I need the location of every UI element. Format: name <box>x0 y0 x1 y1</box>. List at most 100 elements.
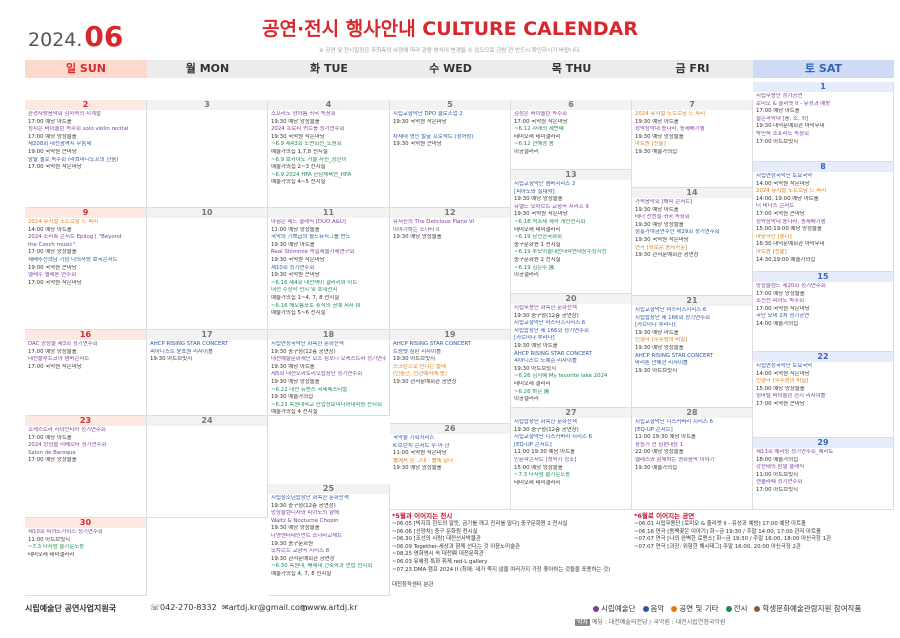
event-line: ~7.3 더사람 즐기운노동 <box>514 472 571 479</box>
day-number: 16 <box>25 330 146 340</box>
legend-dot <box>754 606 761 612</box>
box-line: ~07.23 DMA 캠프 2024 II (최애: 내가 죽지 않을 여러가지… <box>392 566 611 573</box>
footer-email[interactable]: ✉artdj.kr@gmail.com <box>222 603 308 612</box>
box-line: 대전창작센터 분관 <box>392 581 434 588</box>
event-line: 소프라노 양아름 귀국 독창회 <box>271 111 336 117</box>
legend-dot <box>671 606 678 612</box>
day-number: 27 <box>511 408 631 418</box>
event-line: [EQ-UP 콘서트] <box>514 441 552 448</box>
event-line: ~6.12 현해경 봄 <box>514 141 554 148</box>
day-header-0: 일 SUN <box>25 60 147 78</box>
event-line: 시립교향악단 디스커버리 시리즈 6 <box>514 434 593 441</box>
day-header-4: 목 THU <box>511 60 632 78</box>
event-list: 가족음악회 [해피 콘서트] 19:30 예당 아트홀 테너 전성철 귀국 독창회 1… <box>632 198 752 260</box>
event-list: 시립교향악단 챔버시리즈 2 [피아노와 실내악] 19:30 예당 앙상블홀 유엘드… <box>511 180 631 280</box>
event-line: 19:30 중구청(12층 공연장) <box>271 502 336 509</box>
day-cell-19: 19 AHCP RISING STAR CONCERT 트럼펫 심판 리사이틀 19:… <box>390 330 511 424</box>
day-number: 18 <box>268 330 389 340</box>
event-list: 시립청소년합창단 화목한 문화산책 19:30 중구청(12층 공연장) 앙상블렌디… <box>268 494 389 579</box>
day-cell-8: 8 시립연정국악단 토요국악 14:00 국악원 작은마당 2024 뮤지컬 노트르담… <box>753 162 894 272</box>
event-line: 17:00 예당 앙상블홀 <box>28 133 77 140</box>
event-line: 암탈 첼로 독주회 (라흐마니노프의 한숨) <box>28 156 119 163</box>
day-number: 11 <box>268 208 389 218</box>
event-line: 2024 뮤지컬 노트르담 드 파리 <box>28 219 99 225</box>
day-cell-16: 16 DAC 앙상블 제3회 정기연주회 17:00 예당 앙상블홀 대전플루트코아 … <box>25 330 147 416</box>
event-line: 19:30 예당 아트홀 <box>271 241 315 248</box>
event-line: 19:30 아트브릿지 <box>514 365 557 372</box>
event-line: Salon de Baroque <box>28 449 76 456</box>
event-line: 테미오래 갤러리 <box>514 380 551 387</box>
event-line: 시립교향악단 디스커버리 시리즈 6 <box>635 419 714 425</box>
event-line: 강산태의 판낼 클래식 <box>756 464 805 471</box>
day-cell-29: 29 제13회 예리링 정기연주회_예리토 18:00 예술가의집 강산태의 판낼 클… <box>753 438 894 510</box>
event-line: 19:30 예당 앙상블홀 <box>271 378 320 385</box>
event-line: ~6.12 자래의 세번째 <box>514 126 564 133</box>
event-line: ~7.3 더사람 즐기운노동 <box>28 544 85 551</box>
box-line: ~07.07 연극 [과장: 위험한 해시태그] 주말 16:00, 20:00… <box>634 543 801 550</box>
event-line: 17:00 예당 아트홀 <box>28 434 72 441</box>
event-line: 예술가의집 5~6 전시실 <box>271 310 326 317</box>
legend-dot <box>642 606 649 612</box>
event-list: 소프라노 양아름 귀국 독창회 19:30 예당 앙상블홀 2024 프로티 퀴르풍… <box>268 110 389 187</box>
event-line: 테미오래 테미갤러리 <box>514 479 561 486</box>
event-line: 19:30 예술가의집 <box>635 148 678 155</box>
event-list: 제13회 예리링 정기연주회_예리토 18:00 예술가의집 강산태의 판낼 클래식… <box>753 448 893 495</box>
event-list: AHCP RISING STAR CONCERT 피아니스트 윤초원 리사이틀 19… <box>147 340 267 364</box>
event-list: 시립교향악단 마스터즈시리즈 6 시립합창단 제 166회 정기연주회 [카르미나 … <box>632 306 752 375</box>
day-cell-26: 26 국악월 기획시리즈 K-브런치 콘서트 우·아·한 11:00 국악원 작은마당… <box>390 424 511 510</box>
event-line: 이공갤러리 <box>514 396 539 403</box>
event-line: 테너 전성철 귀국 독창회 <box>635 214 690 221</box>
event-line: 11:00 19:30 예당 아트홀 <box>514 449 576 456</box>
event-line: 테미오래 테미갤러리 <box>28 551 75 558</box>
event-line: 이공갤러리 <box>514 272 539 279</box>
event-line: 19:30 국악원 작은마당 <box>514 211 568 218</box>
event-line: 중구문화원 1 전시실 <box>514 241 561 248</box>
event-line: 17:00 예당 앙상블홀 <box>28 457 77 464</box>
day-number: 24 <box>147 416 267 426</box>
footer-web[interactable]: ◎www.artdj.kr <box>300 603 358 612</box>
day-number: 3 <box>147 100 267 110</box>
event-line: 17:00 국악원 큰마당 <box>756 210 805 217</box>
event-line: 오케스트라 사이언티아 정기연주회 <box>28 427 106 433</box>
day-cell-11: 11 아힘은 레드 클래식 [DUO A&U] 11:00 예당 앙상블홀 국악의 기… <box>268 208 390 330</box>
event-line: 14:00, 19:00 예당 아트홀 <box>756 195 819 202</box>
event-list <box>147 218 267 219</box>
event-line: 아트원 [신불] <box>635 141 666 148</box>
event-line: ~6.9 제43회 도면회전_도원회 <box>271 141 342 148</box>
event-line: AHCP RISING STAR CONCERT <box>150 341 229 347</box>
event-line: 11:00 19:30 예당 아트홀 <box>635 434 697 441</box>
event-line: 인형극 [우주섬의 비밀] <box>756 378 809 385</box>
event-line: 17:00 예당 앙상블홀 <box>756 290 805 297</box>
day-cell-2: 2 환경사랑음악회 김미숙의 시계멸 17:00 예당 아트홀 정시은 바이올린 독주… <box>25 100 147 208</box>
day-number: 8 <box>753 162 893 172</box>
event-line: 14:00 국악원 작은마당 <box>756 370 810 377</box>
category-legend: 시립예술단 음악 공연 및 기타 전시 학생문화예술관람지원 참여작품 <box>590 603 865 614</box>
event-line: 스크린으로 만나는 발레 <box>393 363 447 370</box>
day-number: 26 <box>390 424 510 434</box>
event-line: ~6.19 부모이슬대전대학연대상수상지전 <box>514 249 607 256</box>
event-line: 인문학콘서트 [성악가 정조] <box>514 456 577 463</box>
day-header-3: 수 WED <box>390 60 511 78</box>
event-line: 시립무용단 정기공연 <box>756 93 803 99</box>
event-line: 19:30 국악원 큰마당 <box>393 141 442 148</box>
event-line: the Czech music" <box>28 241 75 248</box>
event-line: 15:00 예당 앙상블홀 <box>514 464 563 471</box>
legend-item: 시립예술단 <box>593 604 640 613</box>
event-list: DAC 앙상블 제3회 정기연주회 17:00 예당 앙상블홀 대전플루트코아 챔버… <box>25 340 146 371</box>
event-line: 센콜라패 정기연주회 <box>756 479 803 486</box>
event-line: 19:30 관저문예회관 공연장 <box>635 252 699 259</box>
day-number: 25 <box>268 484 389 494</box>
footer-org: 시립예술단 공연사업지원국 <box>25 604 117 613</box>
event-line: 테미오래 테미갤러리 <box>514 226 561 233</box>
day-cell-18: 18 시립연정국악단 화목한 문화산책 19:30 중구청(12층 공연장) 대전예술… <box>268 330 390 416</box>
event-line: 19:30 예당 앙상블홀 <box>635 344 684 351</box>
event-line: 김정은 바이올린 독주회 <box>514 111 568 117</box>
event-line: ~6.16 제4회 대전택이 갤러리와 아트 <box>271 279 358 286</box>
day-cell-23: 23 오케스트라 사이언티아 정기연주회 17:00 예당 아트홀 2024 앙상블 … <box>25 416 147 518</box>
event-line: 아트원 [신불] <box>756 248 787 255</box>
event-line: Waltz & Nocturne Chopin <box>271 517 339 524</box>
day-cell-15: 15 앙상블렌드 제20회 정기연주회 17:00 예당 앙상블홀 조선전 피아노 독… <box>753 272 894 352</box>
event-line: 15:00 예당 앙상블홀 <box>756 385 805 392</box>
footer-tel: ☏042-270-8332 <box>150 603 217 612</box>
event-line: ~6.26 김지혜 My favorite lake 2024 <box>514 373 608 380</box>
